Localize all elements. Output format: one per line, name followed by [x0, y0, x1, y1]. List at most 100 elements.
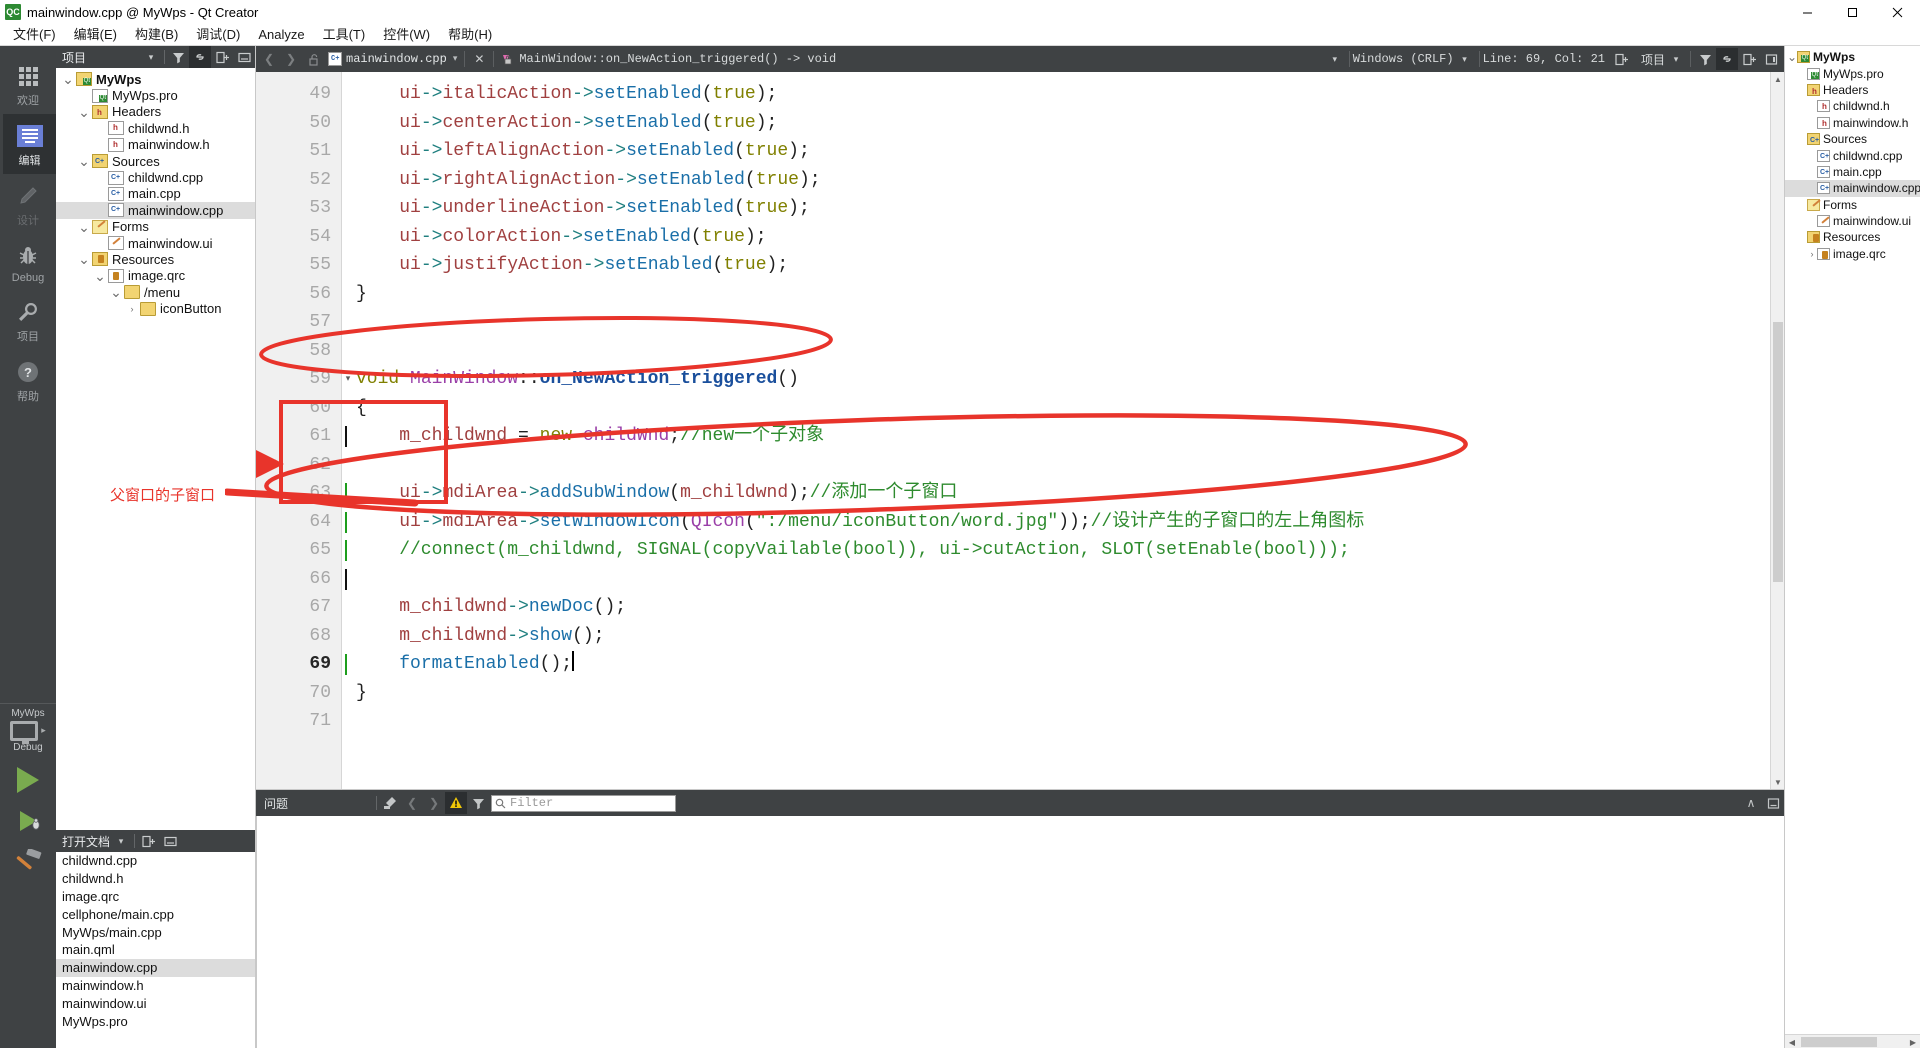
code-line[interactable]: ui->centerAction->setEnabled(true);	[356, 109, 1770, 138]
open-document-mywps-pro[interactable]: MyWps.pro	[56, 1012, 255, 1030]
tree-item-forms[interactable]: ⌄ Forms	[56, 219, 255, 235]
code-line[interactable]: ui->mdiArea->setWindowIcon(QIcon(":/menu…	[356, 508, 1770, 537]
tree-item-headers[interactable]: ⌄ Headers	[56, 104, 255, 120]
code-line[interactable]: m_childwnd->newDoc();	[356, 593, 1770, 622]
code-line[interactable]: m_childwnd = new childWnd;//new一个子对象	[356, 422, 1770, 451]
right-tree-item-childwnd-h[interactable]: childwnd.h	[1785, 98, 1920, 114]
encoding-label[interactable]: Windows (CRLF)	[1353, 52, 1454, 66]
right-tree-item-mainwindow-h[interactable]: mainwindow.h	[1785, 115, 1920, 131]
line-ending-dropdown-icon[interactable]: ▾	[1454, 48, 1476, 70]
tree-item-mainwindow-ui[interactable]: mainwindow.ui	[56, 235, 255, 251]
tree-item-main-cpp[interactable]: main.cpp	[56, 186, 255, 202]
chevron-right-icon[interactable]: ›	[1807, 249, 1817, 259]
back-icon[interactable]: ❮	[258, 48, 280, 70]
tree-item-mainwindow-cpp[interactable]: mainwindow.cpp	[56, 202, 255, 219]
open-document-mywps-main-cpp[interactable]: MyWps/main.cpp	[56, 923, 255, 941]
code-line[interactable]: ui->justifyAction->setEnabled(true);	[356, 251, 1770, 280]
code-line[interactable]: ui->italicAction->setEnabled(true);	[356, 80, 1770, 109]
code-line[interactable]: ui->underlineAction->setEnabled(true);	[356, 194, 1770, 223]
chevron-down-icon[interactable]: ⌄	[76, 154, 92, 168]
mode-debug[interactable]: Debug	[0, 234, 56, 290]
scroll-right-icon[interactable]: ▶	[1906, 1035, 1920, 1048]
current-file-combo[interactable]: mainwindow.cpp ▾	[324, 48, 461, 70]
close-panel-icon[interactable]	[1762, 792, 1784, 814]
current-symbol[interactable]: MainWindow::on_NewAction_triggered() -> …	[519, 52, 836, 66]
maximize-button[interactable]	[1830, 0, 1875, 24]
code-line[interactable]	[356, 308, 1770, 337]
chevron-down-icon[interactable]: ⌄	[92, 269, 108, 283]
split-editor-icon[interactable]	[1611, 48, 1633, 70]
menu-analyze[interactable]: Analyze	[249, 24, 313, 46]
right-tree-item-mainwindow-cpp[interactable]: mainwindow.cpp	[1785, 180, 1920, 197]
issues-list[interactable]	[256, 816, 1784, 1048]
open-documents-list[interactable]: childwnd.cpp childwnd.h image.qrc cellphone…	[56, 852, 255, 1048]
code-line[interactable]	[356, 451, 1770, 480]
mode-help[interactable]: ? 帮助	[0, 350, 56, 410]
tree-item-image-qrc[interactable]: ⌄ image.qrc	[56, 268, 255, 284]
unlock-icon[interactable]	[302, 48, 324, 70]
right-tree-item-childwnd-cpp[interactable]: childwnd.cpp	[1785, 147, 1920, 163]
open-document-childwnd-cpp[interactable]: childwnd.cpp	[56, 852, 255, 870]
tree-item-mywps[interactable]: ⌄ MyWps	[56, 71, 255, 87]
right-project-tree[interactable]: ⌄MyWpsMyWps.proHeaderschildwnd.hmainwind…	[1785, 46, 1920, 1034]
tree-item-iconbutton[interactable]: › iconButton	[56, 300, 255, 316]
filter-icon[interactable]	[167, 46, 189, 68]
tree-item-resources[interactable]: ⌄ Resources	[56, 251, 255, 267]
next-issue-icon[interactable]: ❯	[423, 792, 445, 814]
scroll-up-icon[interactable]: ▲	[1771, 72, 1784, 86]
menu-help[interactable]: 帮助(H)	[439, 24, 501, 46]
menu-tools[interactable]: 工具(T)	[314, 24, 375, 46]
code-line[interactable]: {	[356, 394, 1770, 423]
close-dock-icon[interactable]	[1760, 48, 1782, 70]
forward-icon[interactable]: ❯	[280, 48, 302, 70]
tree-item-childwnd-cpp[interactable]: childwnd.cpp	[56, 169, 255, 185]
open-document-main-qml[interactable]: main.qml	[56, 941, 255, 959]
issues-filter-input[interactable]: Filter	[491, 794, 676, 812]
right-tree-item-mywps[interactable]: ⌄ MyWps	[1785, 49, 1920, 65]
scrollbar-thumb[interactable]	[1773, 322, 1783, 582]
scroll-down-icon[interactable]: ▼	[1771, 775, 1784, 789]
build-button[interactable]	[13, 848, 43, 878]
split-icon[interactable]	[1738, 48, 1760, 70]
open-document-image-qrc[interactable]: image.qrc	[56, 888, 255, 906]
right-tree-item-sources[interactable]: Sources	[1785, 131, 1920, 147]
editor-vertical-scrollbar[interactable]: ▲ ▼	[1770, 72, 1784, 789]
code-line[interactable]: ui->leftAlignAction->setEnabled(true);	[356, 137, 1770, 166]
right-dock-dropdown-icon[interactable]: ▾	[1665, 48, 1687, 70]
menu-debug[interactable]: 调试(D)	[187, 24, 249, 46]
menu-build[interactable]: 构建(B)	[126, 24, 187, 46]
clear-icon[interactable]	[379, 792, 401, 814]
filter-icon[interactable]	[1694, 48, 1716, 70]
close-dock-icon[interactable]	[159, 830, 181, 852]
code-line[interactable]: //connect(m_childwnd, SIGNAL(copyVailabl…	[356, 536, 1770, 565]
filter-icon[interactable]	[467, 792, 489, 814]
chevron-down-icon[interactable]: ⌄	[76, 105, 92, 119]
right-tree-item-main-cpp[interactable]: main.cpp	[1785, 164, 1920, 180]
code-line[interactable]: formatEnabled();	[356, 650, 1770, 679]
chevron-down-icon[interactable]: ⌄	[60, 72, 76, 86]
menu-edit[interactable]: 编辑(E)	[65, 24, 126, 46]
close-dock-icon[interactable]	[233, 46, 255, 68]
debug-button[interactable]	[19, 811, 40, 831]
scrollbar-thumb[interactable]	[1801, 1037, 1877, 1047]
tree-item-mywps-pro[interactable]: MyWps.pro	[56, 87, 255, 103]
run-button[interactable]	[17, 767, 39, 793]
right-dock-horizontal-scrollbar[interactable]: ◀ ▶	[1785, 1034, 1920, 1048]
code-line[interactable]: }	[356, 679, 1770, 708]
code-line[interactable]: void MainWindow::on_NewAction_triggered(…	[356, 365, 1770, 394]
right-tree-item-mainwindow-ui[interactable]: mainwindow.ui	[1785, 213, 1920, 229]
kit-selector[interactable]: MyWps ▸ Debug	[0, 703, 56, 878]
link-icon[interactable]	[189, 46, 211, 68]
prev-issue-icon[interactable]: ❮	[401, 792, 423, 814]
chevron-right-icon[interactable]: ›	[124, 304, 140, 314]
chevron-down-icon[interactable]: ⌄	[1787, 51, 1797, 63]
open-document-childwnd-h[interactable]: childwnd.h	[56, 870, 255, 888]
tree-item-childwnd-h[interactable]: childwnd.h	[56, 120, 255, 136]
code-line[interactable]: ui->mdiArea->addSubWindow(m_childwnd);//…	[356, 479, 1770, 508]
split-icon[interactable]	[137, 830, 159, 852]
mode-welcome[interactable]: 欢迎	[0, 54, 56, 114]
project-tree[interactable]: ⌄MyWpsMyWps.pro⌄Headerschildwnd.h mainwin…	[56, 68, 255, 830]
tree-item-sources[interactable]: ⌄ Sources	[56, 153, 255, 169]
open-documents-dropdown-icon[interactable]: ▾	[110, 830, 132, 852]
mode-projects[interactable]: 项目	[0, 290, 56, 350]
